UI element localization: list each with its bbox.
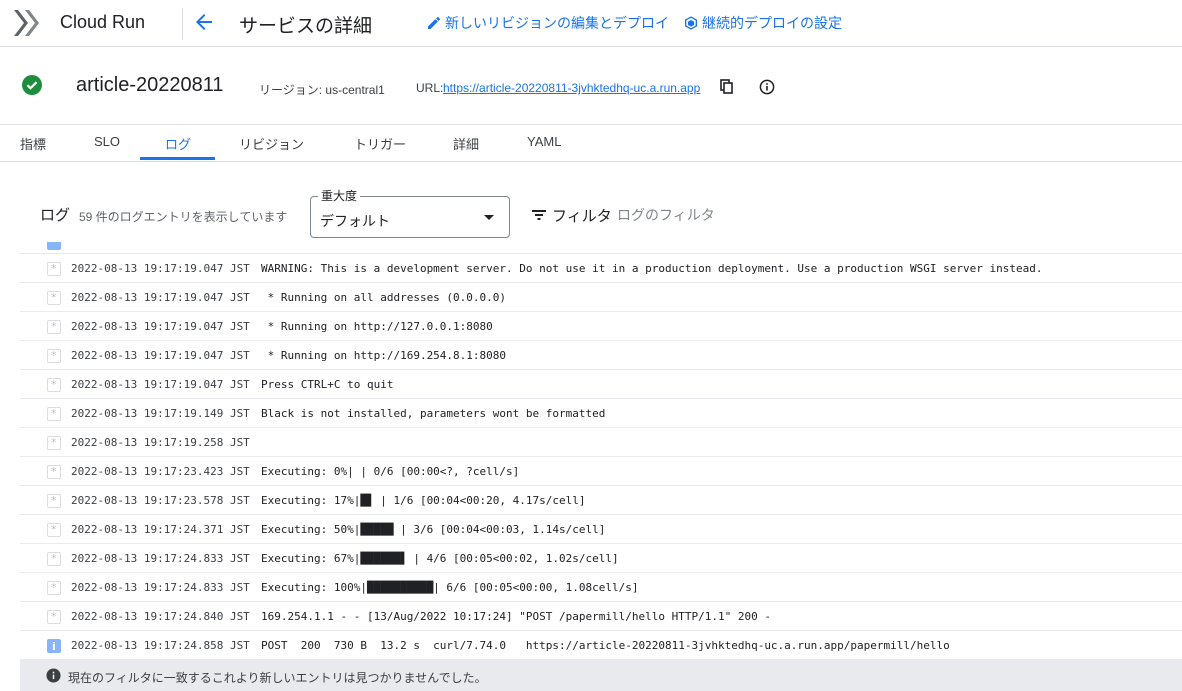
- divider: [182, 8, 183, 40]
- filter-icon[interactable]: [530, 206, 548, 224]
- continuous-deploy-label: 継続的デプロイの設定: [702, 15, 842, 31]
- info-severity-icon: [47, 639, 61, 653]
- log-row[interactable]: 2022-08-13 19:17:19.047 JST * Running on…: [20, 283, 1182, 312]
- default-severity-icon: [47, 465, 61, 479]
- severity-label: 重大度: [318, 187, 361, 204]
- edit-deploy-button[interactable]: 新しいリビジョンの編集とデプロイ: [426, 13, 669, 33]
- log-timestamp: 2022-08-13 19:17:24.840 JST: [71, 610, 250, 623]
- edit-deploy-label: 新しいリビジョンの編集とデプロイ: [445, 15, 669, 31]
- default-severity-icon: [47, 320, 61, 334]
- copy-icon[interactable]: [719, 79, 735, 95]
- log-row[interactable]: 2022-08-13 19:17:23.423 JST Executing: 0%…: [20, 457, 1182, 486]
- log-row[interactable]: 2022-08-13 19:17:23.578 JST Executing: 17…: [20, 486, 1182, 515]
- log-timestamp: 2022-08-13 19:17:24.371 JST: [71, 523, 250, 536]
- log-row[interactable]: 2022-08-13 19:17:19.149 JST Black is not …: [20, 399, 1182, 428]
- default-severity-icon: [47, 436, 61, 450]
- log-message: * Running on all addresses (0.0.0.0): [261, 291, 507, 304]
- log-row[interactable]: 2022-08-13 19:17:19.258 JST: [20, 428, 1182, 457]
- tab-slo[interactable]: SLO: [94, 134, 120, 149]
- default-severity-icon: [47, 349, 61, 363]
- no-newer-entries-notice: 現在のフィルタに一致するこれより新しいエントリは見つかりませんでした。: [20, 660, 1182, 691]
- log-timestamp: 2022-08-13 19:17:24.858 JST: [71, 639, 250, 652]
- tab-metrics[interactable]: 指標: [20, 134, 46, 153]
- url-label: URL:: [416, 81, 444, 95]
- log-timestamp: 2022-08-13 19:17:23.423 JST: [71, 465, 250, 478]
- check-circle-icon: [22, 75, 42, 95]
- tab-revisions[interactable]: リビジョン: [239, 134, 304, 153]
- log-row-partial: [20, 242, 1182, 254]
- severity-icon: [47, 242, 61, 250]
- log-message: Executing: 50%|█████ | 3/6 [00:04<00:03,…: [261, 523, 606, 536]
- back-arrow-icon[interactable]: [192, 10, 216, 34]
- service-region: リージョン: us-central1: [259, 83, 385, 97]
- product-name[interactable]: Cloud Run: [60, 12, 145, 33]
- log-message: Black is not installed, parameters wont …: [261, 407, 606, 420]
- service-name: article-20220811: [76, 74, 224, 96]
- log-message: Executing: 0%| | 0/6 [00:00<?, ?cell/s]: [261, 465, 520, 478]
- service-header: article-20220811 リージョン: us-central1 URL:…: [0, 48, 1182, 125]
- active-tab-indicator: [140, 157, 215, 160]
- log-timestamp: 2022-08-13 19:17:23.578 JST: [71, 494, 250, 507]
- log-row[interactable]: 2022-08-13 19:17:19.047 JST WARNING: This…: [20, 254, 1182, 283]
- log-timestamp: 2022-08-13 19:17:19.047 JST: [71, 378, 250, 391]
- filter-button[interactable]: フィルタ: [552, 205, 612, 226]
- continuous-deploy-button[interactable]: 継続的デプロイの設定: [683, 13, 842, 33]
- default-severity-icon: [47, 552, 61, 566]
- default-severity-icon: [47, 262, 61, 276]
- log-message: WARNING: This is a development server. D…: [261, 262, 1043, 275]
- log-message: POST 200 730 B 13.2 s curl/7.74.0 https:…: [261, 639, 950, 652]
- log-list[interactable]: 2022-08-13 19:17:19.047 JST WARNING: This…: [20, 242, 1182, 660]
- log-row[interactable]: 2022-08-13 19:17:24.833 JST Executing: 67…: [20, 544, 1182, 573]
- log-row[interactable]: 2022-08-13 19:17:24.840 JST 169.254.1.1 -…: [20, 602, 1182, 631]
- log-row[interactable]: 2022-08-13 19:17:19.047 JST * Running on…: [20, 341, 1182, 370]
- log-message: Executing: 17%|█▋ | 1/6 [00:04<00:20, 4.…: [261, 494, 586, 507]
- log-message: * Running on http://169.254.8.1:8080: [261, 349, 507, 362]
- default-severity-icon: [47, 494, 61, 508]
- log-message: * Running on http://127.0.0.1:8080: [261, 320, 493, 333]
- tab-yaml[interactable]: YAML: [527, 134, 561, 149]
- service-url-link[interactable]: https://article-20220811-3jvhktedhq-uc.a…: [443, 81, 700, 95]
- default-severity-icon: [47, 523, 61, 537]
- default-severity-icon: [47, 378, 61, 392]
- default-severity-icon: [47, 610, 61, 624]
- log-timestamp: 2022-08-13 19:17:19.258 JST: [71, 436, 250, 449]
- log-timestamp: 2022-08-13 19:17:19.047 JST: [71, 349, 250, 362]
- log-row[interactable]: 2022-08-13 19:17:19.047 JST Press CTRL+C …: [20, 370, 1182, 399]
- tab-details[interactable]: 詳細: [453, 134, 479, 153]
- log-message: Executing: 67%|██████▋ | 4/6 [00:05<00:0…: [261, 552, 619, 565]
- log-entry-count: 59 件のログエントリを表示しています: [79, 210, 288, 224]
- log-timestamp: 2022-08-13 19:17:19.149 JST: [71, 407, 250, 420]
- log-timestamp: 2022-08-13 19:17:19.047 JST: [71, 320, 250, 333]
- log-message: Press CTRL+C to quit: [261, 378, 394, 391]
- logs-heading: ログ: [40, 207, 71, 224]
- log-filter-input[interactable]: ログのフィルタ: [617, 205, 715, 225]
- log-row[interactable]: 2022-08-13 19:17:24.833 JST Executing: 10…: [20, 573, 1182, 602]
- log-timestamp: 2022-08-13 19:17:24.833 JST: [71, 581, 250, 594]
- tab-triggers[interactable]: トリガー: [354, 134, 406, 153]
- log-row[interactable]: 2022-08-13 19:17:24.858 JST POST 200 730 …: [20, 631, 1182, 660]
- log-message: Executing: 100%|██████████| 6/6 [00:05<0…: [261, 581, 639, 594]
- cube-icon: [685, 16, 697, 30]
- log-timestamp: 2022-08-13 19:17:19.047 JST: [71, 291, 250, 304]
- info-icon[interactable]: [759, 79, 775, 95]
- default-severity-icon: [47, 291, 61, 305]
- cloud-run-logo-icon[interactable]: [12, 8, 46, 38]
- page-title: サービスの詳細: [239, 16, 373, 37]
- chevron-down-icon: [484, 215, 494, 220]
- log-message: 169.254.1.1 - - [13/Aug/2022 10:17:24] "…: [261, 610, 771, 623]
- severity-value: デフォルト: [320, 213, 390, 229]
- tab-logs[interactable]: ログ: [165, 134, 191, 153]
- log-timestamp: 2022-08-13 19:17:19.047 JST: [71, 262, 250, 275]
- pencil-icon: [428, 16, 441, 29]
- notice-text: 現在のフィルタに一致するこれより新しいエントリは見つかりませんでした。: [68, 671, 487, 685]
- info-icon: [46, 668, 61, 683]
- log-timestamp: 2022-08-13 19:17:24.833 JST: [71, 552, 250, 565]
- log-row[interactable]: 2022-08-13 19:17:19.047 JST * Running on…: [20, 312, 1182, 341]
- top-app-bar: Cloud Run サービスの詳細 新しいリビジョンの編集とデプロイ 継続的デプ…: [0, 0, 1182, 47]
- default-severity-icon: [47, 581, 61, 595]
- default-severity-icon: [47, 407, 61, 421]
- log-row[interactable]: 2022-08-13 19:17:24.371 JST Executing: 50…: [20, 515, 1182, 544]
